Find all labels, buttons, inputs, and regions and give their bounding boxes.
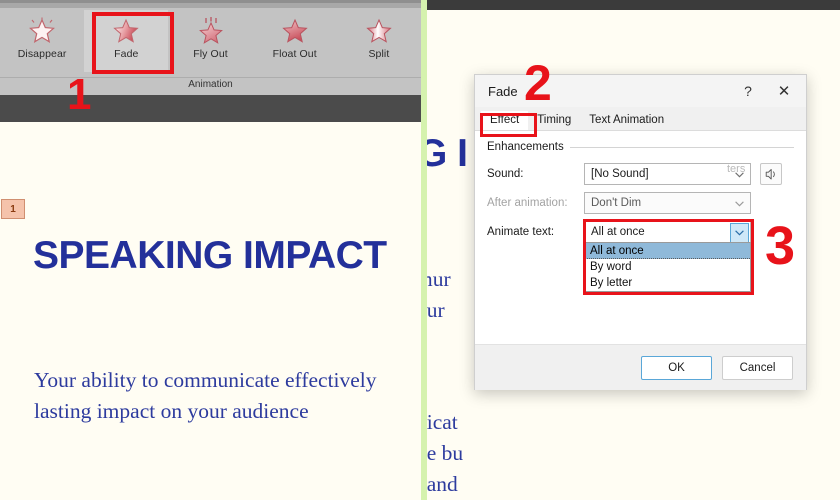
enhancements-label: Enhancements — [487, 141, 564, 153]
after-animation-value: Don't Dim — [591, 197, 642, 209]
dialog-title: Fade — [488, 83, 518, 99]
dropdown-option-by-word[interactable]: By word — [585, 259, 750, 275]
animation-item-fade[interactable]: Fade — [84, 10, 169, 72]
right-slide-paragraph-2: nicat ge bu , and — [427, 410, 464, 496]
star-split-icon — [362, 15, 396, 47]
close-x-icon[interactable]: ✕ — [766, 76, 802, 106]
animation-item-float-out[interactable]: Float Out — [253, 10, 337, 72]
animate-text-dropdown-list[interactable]: All at once By word By letter — [584, 242, 751, 292]
animation-item-label: Disappear — [17, 48, 67, 60]
step-marker-1: 1 — [67, 70, 92, 119]
fade-effect-options-dialog: Fade ? ✕ Effect Timing Text Animation En… — [474, 74, 807, 390]
chevron-down-icon[interactable] — [730, 223, 749, 243]
star-float-out-icon — [278, 15, 312, 47]
group-header-rule — [569, 146, 794, 148]
animation-item-disappear[interactable]: Disappear — [0, 10, 84, 72]
tab-timing[interactable]: Timing — [528, 111, 580, 130]
animate-text-value: All at once — [591, 226, 645, 238]
slide-number-badge: 1 — [1, 199, 25, 219]
sound-combobox[interactable]: [No Sound] — [584, 163, 751, 185]
animation-item-label: Split — [368, 48, 390, 60]
editor-dark-band — [0, 95, 421, 122]
speaker-icon[interactable] — [760, 163, 782, 185]
animate-text-row: Animate text: All at once All at once By… — [487, 219, 794, 295]
sound-row: Sound: [No Sound] — [487, 162, 794, 186]
ribbon-group-label: Animation — [188, 79, 233, 90]
animation-item-fly-out[interactable]: Fly Out — [168, 10, 252, 72]
question-mark-icon[interactable]: ? — [730, 76, 766, 106]
sound-value: [No Sound] — [591, 168, 649, 180]
slide-body-text: Your ability to communicate effectively … — [34, 303, 421, 500]
ok-button[interactable]: OK — [641, 355, 712, 380]
dialog-body: Enhancements ters Sound: [No Sound] Afte… — [475, 131, 806, 344]
animation-item-split[interactable]: Split — [337, 10, 421, 72]
screenshot-root: Disappear Fade Fly Out Float Out Split A… — [0, 0, 840, 500]
animation-ribbon: Disappear Fade Fly Out Float Out Split A… — [0, 0, 421, 95]
chevron-down-icon[interactable] — [730, 194, 749, 214]
star-fade-icon — [109, 15, 143, 47]
after-animation-combobox[interactable]: Don't Dim — [584, 192, 751, 214]
dropdown-option-all-at-once[interactable]: All at once — [585, 243, 750, 259]
panel-divider — [421, 0, 427, 500]
slide-paragraph-1: Your ability to communicate effectively … — [34, 368, 377, 423]
step-marker-3: 3 — [765, 216, 796, 276]
cancel-button[interactable]: Cancel — [722, 355, 793, 380]
dialog-footer: OK Cancel — [475, 344, 806, 390]
ribbon-group-separator — [0, 77, 421, 78]
right-panel-top-bar — [427, 0, 840, 10]
animation-gallery[interactable]: Disappear Fade Fly Out Float Out Split — [0, 10, 421, 78]
after-animation-row: After animation: Don't Dim — [487, 191, 794, 215]
step-marker-2: 2 — [524, 55, 552, 111]
animation-item-label: Fade — [114, 48, 139, 60]
right-slide-title-fragment: G I — [427, 132, 468, 175]
slide-title: SPEAKING IMPACT — [33, 234, 387, 277]
star-outline-icon — [25, 15, 59, 47]
left-panel-slide-editor: Disappear Fade Fly Out Float Out Split A… — [0, 0, 421, 500]
animation-item-label: Float Out — [272, 48, 317, 60]
star-fly-out-icon — [194, 15, 228, 47]
tab-text-animation[interactable]: Text Animation — [580, 111, 673, 130]
animate-text-combobox[interactable]: All at once — [584, 221, 751, 243]
obscured-background-text: ters — [727, 163, 746, 175]
ribbon-top-edge — [0, 3, 421, 8]
enhancements-group-header: Enhancements — [487, 141, 794, 153]
sound-label: Sound: — [487, 168, 524, 180]
animate-text-label: Animate text: — [487, 226, 555, 238]
after-animation-label: After animation: — [487, 197, 568, 209]
animation-item-label: Fly Out — [193, 48, 228, 60]
tab-effect[interactable]: Effect — [481, 111, 529, 130]
dropdown-option-by-letter[interactable]: By letter — [585, 275, 750, 291]
